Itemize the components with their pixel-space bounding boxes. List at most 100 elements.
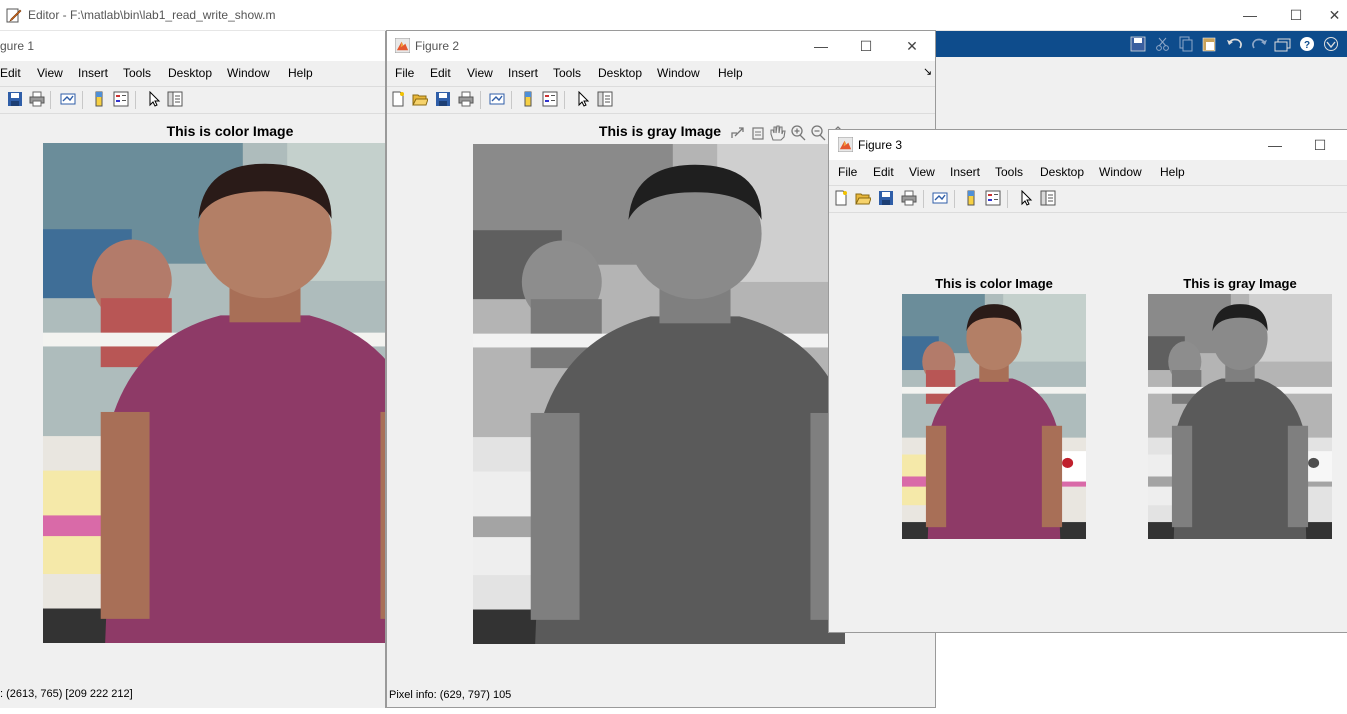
svg-text:?: ? [1304, 40, 1310, 51]
figure2-menu-window[interactable]: Window [657, 66, 700, 80]
figure2-status-pixel-info: Pixel info: (629, 797) 105 [389, 689, 512, 701]
save-icon [1130, 36, 1146, 52]
figure3-right-axes-title: This is gray Image [1183, 276, 1297, 291]
save-icon[interactable] [878, 190, 894, 206]
figure2-menu-view[interactable]: View [467, 66, 493, 80]
open-file-icon[interactable] [855, 190, 871, 206]
figure3-menu-bar: File Edit View Insert Tools Desktop Wind… [829, 161, 1347, 183]
undo-icon [1227, 38, 1242, 49]
figure3-menu-view[interactable]: View [909, 165, 935, 179]
link-plot-icon[interactable] [60, 91, 76, 107]
figure2-menu-tools[interactable]: Tools [553, 66, 581, 80]
figure3-maximize-button[interactable]: ☐ [1298, 130, 1342, 160]
figure1-toolbar [0, 86, 385, 114]
export-icon [731, 127, 744, 138]
toolbar-separator [954, 190, 955, 208]
zoom-out-icon [811, 125, 826, 141]
options-icon [1324, 37, 1338, 51]
figure2-menu-desktop[interactable]: Desktop [598, 66, 642, 80]
toolstrip-quick-access: ? [1128, 35, 1343, 53]
toolbar-separator [564, 91, 565, 109]
editor-content-area [935, 57, 1347, 129]
figure1-menu-help[interactable]: Help [288, 66, 313, 80]
link-plot-icon[interactable] [489, 91, 505, 107]
legend-icon[interactable] [542, 91, 558, 107]
toolbar-separator [50, 91, 51, 109]
figure1-menu-view[interactable]: View [37, 66, 63, 80]
toolbar-separator [135, 91, 136, 109]
toolbar-separator [1007, 190, 1008, 208]
figure2-dock-icon[interactable]: ↘ [923, 65, 932, 78]
print-icon[interactable] [458, 91, 474, 107]
figure3-menu-desktop[interactable]: Desktop [1040, 165, 1084, 179]
figure3-menu-file[interactable]: File [838, 165, 857, 179]
figure2-axes-title: This is gray Image [598, 123, 722, 139]
colorbar-icon[interactable] [963, 190, 979, 206]
figure2-toolbar [387, 86, 935, 114]
colorbar-icon[interactable] [91, 91, 107, 107]
figure2-title: Figure 2 [415, 39, 460, 53]
figure3-title: Figure 3 [858, 138, 903, 152]
print-icon[interactable] [29, 91, 45, 107]
figure1-menu-edit[interactable]: Edit [0, 66, 21, 80]
save-icon[interactable] [435, 91, 451, 107]
toolbar-separator [82, 91, 83, 109]
figure2-menu-file[interactable]: File [395, 66, 414, 80]
editor-maximize-button[interactable]: ☐ [1276, 0, 1316, 30]
figure2-minimize-button[interactable]: — [799, 31, 843, 61]
new-figure-icon[interactable] [390, 91, 406, 107]
save-icon[interactable] [7, 91, 23, 107]
figure1-title-bar[interactable] [0, 31, 385, 61]
figure3-menu-window[interactable]: Window [1099, 165, 1142, 179]
edit-plot-pointer-icon[interactable] [146, 91, 162, 107]
toolbar-separator [923, 190, 924, 208]
figure2-menu-insert[interactable]: Insert [508, 66, 538, 80]
figure3-menu-edit[interactable]: Edit [873, 165, 894, 179]
figure3-menu-insert[interactable]: Insert [950, 165, 980, 179]
figure2-menu-edit[interactable]: Edit [430, 66, 451, 80]
open-file-icon[interactable] [412, 91, 428, 107]
edit-plot-pointer-icon[interactable] [1018, 190, 1034, 206]
editor-minimize-button[interactable]: — [1230, 0, 1270, 30]
switch-windows-icon [1274, 38, 1291, 52]
redo-icon [1252, 38, 1267, 49]
figure3-menu-help[interactable]: Help [1160, 165, 1185, 179]
figure1-menu-window[interactable]: Window [227, 66, 270, 80]
legend-icon[interactable] [113, 91, 129, 107]
editor-close-button[interactable]: ✕ [1322, 0, 1347, 30]
property-inspector-icon[interactable] [1040, 190, 1056, 206]
editor-icon [6, 7, 22, 23]
figure1-status-pixel-info: : (2613, 765) [209 222 212] [0, 688, 133, 700]
figure2-menu-help[interactable]: Help [718, 66, 743, 80]
figure3-window: Figure 3 — ☐ File Edit View Insert Tools… [828, 129, 1347, 633]
legend-icon[interactable] [985, 190, 1001, 206]
figure3-toolbar [829, 185, 1347, 213]
figure1-window: gure 1 Edit View Insert Tools Desktop Wi… [0, 31, 386, 708]
property-inspector-icon[interactable] [167, 91, 183, 107]
editor-content-area-lower [935, 632, 1347, 714]
pan-hand-icon [770, 125, 786, 141]
figure3-minimize-button[interactable]: — [1253, 130, 1297, 160]
paste-icon [1202, 37, 1216, 52]
edit-plot-pointer-icon[interactable] [575, 91, 591, 107]
toolbar-separator [480, 91, 481, 109]
figure2-close-button[interactable]: ✕ [890, 31, 934, 61]
print-icon[interactable] [901, 190, 917, 206]
figure3-menu-tools[interactable]: Tools [995, 165, 1023, 179]
figure1-menu-tools[interactable]: Tools [123, 66, 151, 80]
copy-icon [1179, 36, 1193, 52]
zoom-in-icon [791, 125, 806, 141]
figure2-maximize-button[interactable]: ☐ [844, 31, 888, 61]
figure1-menu-desktop[interactable]: Desktop [168, 66, 212, 80]
editor-title: Editor - F:\matlab\bin\lab1_read_write_s… [28, 8, 276, 22]
figure1-axes-title: This is color Image [166, 123, 294, 139]
figure3-color-image [902, 294, 1086, 539]
property-inspector-icon[interactable] [597, 91, 613, 107]
figure2-gray-image [473, 144, 845, 644]
link-plot-icon[interactable] [932, 190, 948, 206]
figure3-left-axes-title: This is color Image [935, 276, 1053, 291]
matlab-figure-icon [395, 38, 410, 53]
colorbar-icon[interactable] [520, 91, 536, 107]
figure1-menu-insert[interactable]: Insert [78, 66, 108, 80]
new-figure-icon[interactable] [833, 190, 849, 206]
